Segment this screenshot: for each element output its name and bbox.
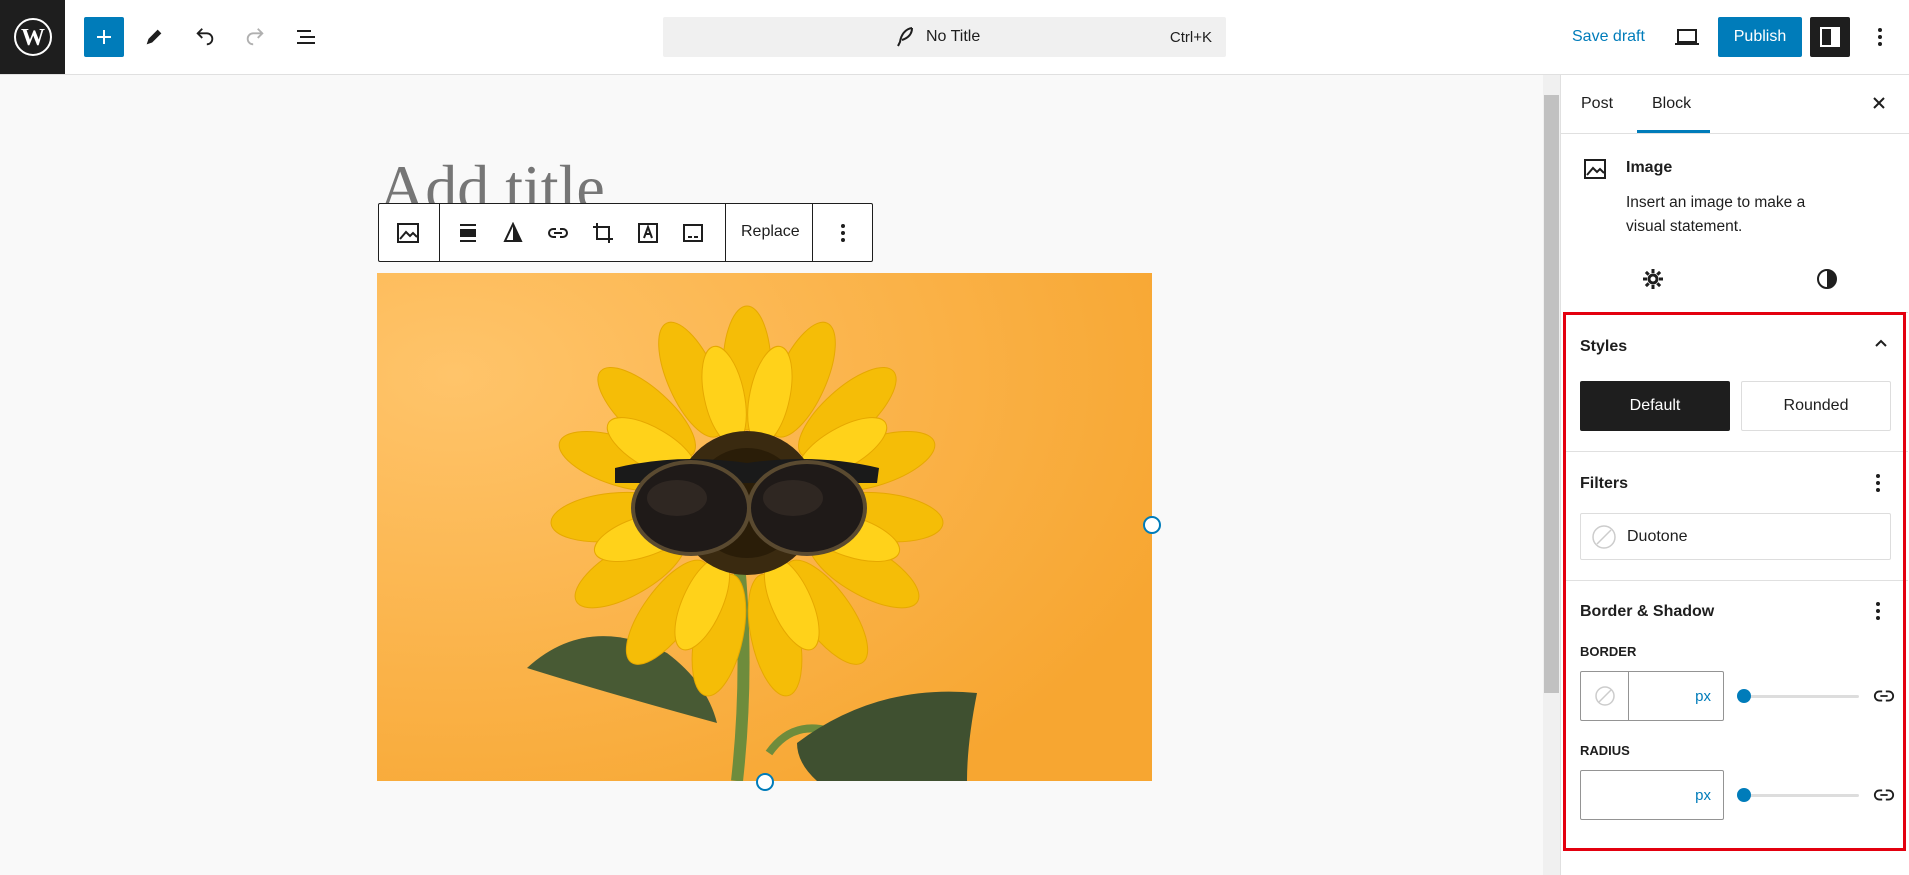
duotone-control[interactable]: Duotone [1580,513,1891,560]
command-bar[interactable]: No Title Ctrl+K [663,17,1226,57]
chevron-up-icon [1875,339,1887,347]
tab-post[interactable]: Post [1581,95,1613,113]
settings-sidebar: Post Block Image Insert an image to make… [1560,75,1909,875]
pencil-icon [146,29,162,45]
caption-button[interactable] [678,218,708,248]
feather-icon [897,27,913,47]
editor-canvas: Add title Replace [0,75,1543,875]
document-overview-button[interactable] [286,17,326,57]
document-title: No Title [926,28,981,45]
border-unit-select[interactable]: px [1695,688,1711,705]
styles-subtab[interactable] [1815,267,1839,296]
no-color-swatch-icon [1592,525,1616,549]
radius-slider[interactable] [1743,794,1859,797]
text-overlay-icon [638,223,658,243]
wordpress-logo-button[interactable]: W [0,0,65,74]
border-label: BORDER [1580,644,1637,659]
style-rounded-button[interactable]: Rounded [1741,381,1891,431]
editor-header: W No Title Ctrl+K Save draft Publish [0,0,1909,75]
filters-options-button[interactable] [1875,472,1881,499]
undo-button[interactable] [185,17,225,57]
filter-icon [503,222,523,242]
text-over-image-button[interactable] [633,218,663,248]
image-icon [397,223,419,243]
close-icon [1873,97,1885,109]
sidebar-tabs: Post Block [1561,75,1909,134]
resize-handle-bottom[interactable] [756,773,774,791]
plus-icon [97,30,111,44]
radius-label: RADIUS [1580,743,1630,758]
undo-icon [196,28,214,46]
svg-text:W: W [21,25,45,51]
border-width-slider[interactable] [1743,695,1859,698]
redo-icon [246,28,264,46]
crop-button[interactable] [588,218,618,248]
image-block-switcher[interactable] [393,218,423,248]
list-view-icon [297,30,315,44]
caption-icon [683,224,703,242]
block-options-button[interactable] [828,218,858,248]
block-toolbar: Replace [378,203,873,262]
block-card-title: Image [1626,159,1673,176]
close-sidebar-button[interactable] [1869,93,1889,118]
radius-slider-thumb[interactable] [1737,788,1751,802]
link-button[interactable] [543,218,573,248]
wordpress-logo-icon: W [13,18,52,56]
save-draft-button[interactable]: Save draft [1572,28,1645,46]
duotone-label: Duotone [1627,528,1688,545]
border-width-input[interactable]: px [1580,671,1724,721]
image-block[interactable] [377,273,1152,782]
duotone-button[interactable] [498,218,528,248]
vertical-ellipsis-icon [841,224,845,242]
border-width-slider-thumb[interactable] [1737,689,1751,703]
crop-icon [593,223,613,243]
settings-subtab[interactable] [1641,267,1665,296]
radius-unit-select[interactable]: px [1695,787,1711,804]
publish-button[interactable]: Publish [1718,17,1802,57]
canvas-scrollbar-thumb[interactable] [1544,95,1559,693]
border-shadow-panel-title: Border & Shadow [1580,603,1715,620]
border-shadow-options-button[interactable] [1875,600,1881,627]
radius-link-corners-button[interactable] [1873,784,1895,811]
border-color-button[interactable] [1581,672,1629,720]
border-link-sides-button[interactable] [1873,685,1895,712]
sunflower-image [377,273,1152,782]
block-inserter-button[interactable] [84,17,124,57]
active-tab-indicator [1637,130,1710,133]
styles-collapse-button[interactable] [1872,335,1890,358]
vertical-ellipsis-icon [1876,474,1880,492]
vertical-ellipsis-icon [1876,602,1880,620]
link-icon [548,228,568,238]
link-icon [1873,690,1895,702]
redo-button[interactable] [235,17,275,57]
sidebar-icon [1820,27,1840,47]
gear-icon [1643,269,1663,289]
align-button[interactable] [453,218,483,248]
radius-input[interactable]: px [1580,770,1724,820]
vertical-ellipsis-icon [1878,28,1882,46]
styles-panel-title[interactable]: Styles [1580,338,1627,356]
image-icon [1584,159,1606,179]
block-card-icon-wrap [1583,157,1607,186]
command-shortcut: Ctrl+K [1169,29,1212,46]
preview-button[interactable] [1667,17,1707,57]
half-circle-icon [1817,269,1837,289]
block-card-description: Insert an image to make a visual stateme… [1626,194,1806,235]
resize-handle-right[interactable] [1143,516,1161,534]
tools-button[interactable] [134,17,174,57]
laptop-icon [1675,29,1699,45]
filters-panel-title: Filters [1580,475,1629,492]
replace-button[interactable]: Replace [741,223,800,241]
options-button[interactable] [1860,17,1900,57]
tab-block[interactable]: Block [1652,95,1691,113]
no-color-swatch-icon [1594,686,1615,706]
link-icon [1873,789,1895,801]
settings-toggle-button[interactable] [1810,17,1850,57]
align-center-icon [460,224,476,242]
style-default-button[interactable]: Default [1580,381,1730,431]
